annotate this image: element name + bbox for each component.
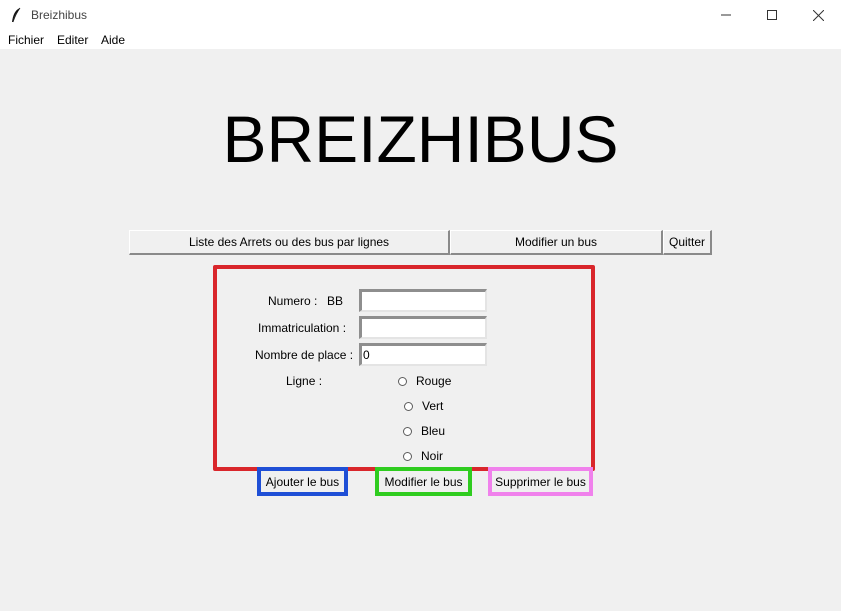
add-bus-button[interactable]: Ajouter le bus: [257, 467, 348, 496]
maximize-button[interactable]: [749, 0, 795, 30]
numero-field[interactable]: [359, 289, 487, 312]
radio-noir[interactable]: Noir: [403, 449, 443, 463]
title-bar: Breizhibus: [0, 0, 841, 30]
places-label: Nombre de place :: [255, 348, 354, 362]
menu-editer[interactable]: Editer: [57, 33, 88, 47]
menu-fichier[interactable]: Fichier: [8, 33, 44, 47]
minimize-icon: [721, 14, 731, 16]
page-title: BREIZHIBUS: [222, 102, 619, 176]
radio-rouge[interactable]: Rouge: [398, 374, 451, 388]
quit-button[interactable]: Quitter: [663, 230, 712, 255]
minimize-button[interactable]: [703, 0, 749, 30]
radio-label: Bleu: [421, 424, 446, 438]
close-button[interactable]: [795, 0, 841, 30]
menu-aide[interactable]: Aide: [101, 33, 125, 47]
delete-bus-button[interactable]: Supprimer le bus: [488, 467, 593, 496]
radio-circle-icon: [403, 426, 412, 436]
radio-label: Noir: [421, 449, 444, 463]
menu-bar: Fichier Editer Aide: [0, 30, 841, 49]
numero-prefix: BB: [327, 294, 344, 308]
immatriculation-label: Immatriculation :: [258, 321, 347, 335]
radio-label: Vert: [422, 399, 444, 413]
radio-bleu[interactable]: Bleu: [403, 424, 445, 438]
radio-label: Rouge: [416, 374, 452, 388]
radio-vert[interactable]: Vert: [404, 399, 443, 413]
maximize-icon: [767, 10, 777, 20]
close-icon: [812, 9, 824, 21]
modify-bus-button[interactable]: Modifier le bus: [375, 467, 472, 496]
places-field[interactable]: [359, 343, 487, 366]
modify-bus-nav-button[interactable]: Modifier un bus: [450, 230, 663, 255]
radio-circle-icon: [404, 401, 413, 411]
list-stops-button[interactable]: Liste des Arrets ou des bus par lignes: [129, 230, 450, 255]
numero-label: Numero :: [268, 294, 318, 308]
window-title: Breizhibus: [31, 8, 88, 22]
immatriculation-field[interactable]: [359, 316, 487, 339]
radio-circle-icon: [403, 451, 412, 461]
feather-icon: [12, 7, 21, 23]
radio-circle-icon: [398, 376, 407, 386]
ligne-label: Ligne :: [286, 374, 323, 388]
main-area: BREIZHIBUS Liste des Arrets ou des bus p…: [0, 49, 841, 611]
